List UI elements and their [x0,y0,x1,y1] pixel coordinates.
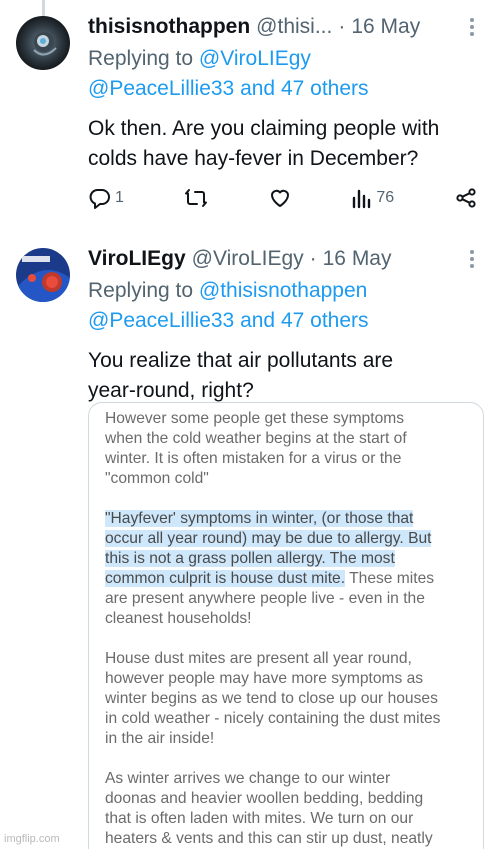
highlighted-text-line: this is not a grass pollen allergy. The … [105,550,395,567]
mention-link-others[interactable]: @PeaceLillie33 and 47 others [88,309,369,332]
image-text-line: in cold weather - nicely containing the … [105,710,441,727]
reply-count: 1 [115,189,124,206]
tweet-text: You realize that air pollutants are year… [88,346,486,406]
image-text-line: when the cold weather begins at the star… [105,430,407,447]
tweet-text-line: You realize that air pollutants are [88,349,394,372]
attached-image[interactable]: However some people get these symptoms w… [88,402,484,849]
like-icon [270,189,289,207]
replying-to-label: Replying to [88,279,194,302]
image-text-line: As winter arrives we change to our winte… [105,770,391,787]
views-count: 76 [376,189,395,206]
image-text-line: winter. It is often mistaken for a virus… [105,450,402,467]
image-paragraph: As winter arrives we change to our winte… [105,769,475,849]
tweet-date[interactable]: 16 May [351,12,420,42]
replying-to-label: Replying to [88,47,194,70]
replying-to: Replying to @thisisnothappen @PeaceLilli… [88,276,486,336]
image-text-line: that is often laden with mites. We turn … [105,810,414,827]
more-icon[interactable] [462,18,482,42]
image-text-line: in the air inside! [105,730,215,747]
avatar[interactable] [16,16,70,70]
display-name[interactable]: thisisnothappen [88,12,250,42]
image-paragraph: House dust mites are present all year ro… [105,649,475,749]
reply-button[interactable]: 1 [88,186,124,210]
reply-icon [89,189,110,209]
image-text-line: House dust mites are present all year ro… [105,650,412,667]
highlighted-text-line: occur all year round) may be due to alle… [105,530,432,547]
share-button[interactable] [454,186,478,210]
image-text-line: "common cold" [105,470,209,487]
image-paragraph-highlighted: "Hayfever' symptoms in winter, (or those… [105,509,475,629]
tweet-reply-thisisnothappen[interactable]: thisisnothappen @thisi... · 16 May Reply… [0,0,500,232]
highlighted-text-line: common culprit is house dust mite. [105,570,346,587]
action-bar: 1 76 [88,183,478,213]
image-text-line: however people may have more symptoms as [105,670,424,687]
image-text-line: heaters & vents and this can stir up dus… [105,830,433,847]
tweet-text-line: Ok then. Are you claiming people with [88,117,440,140]
image-text-line: winter begins as we tend to close up our… [105,690,438,707]
views-button[interactable]: 76 [351,187,394,209]
mention-link[interactable]: @ViroLIEgy [199,47,311,70]
tweet-text: Ok then. Are you claiming people with co… [88,114,486,174]
watermark: imgflip.com [4,833,60,845]
user-handle[interactable]: @ViroLIEgy [192,244,304,274]
mention-link-others[interactable]: @PeaceLillie33 and 47 others [88,77,369,100]
replying-to: Replying to @ViroLIEgy @PeaceLillie33 an… [88,44,486,104]
mention-link[interactable]: @thisisnothappen [199,279,367,302]
tweet-reply-virolieg[interactable]: ViroLIEgy @ViroLIEgy · 16 May Replying t… [0,232,500,849]
image-text-line: doonas and heavier woollen bedding, bedd… [105,790,424,807]
separator-dot: · [309,247,317,270]
more-icon[interactable] [462,250,482,274]
user-handle[interactable]: @thisi... [256,12,332,42]
tweet-text-line: colds have hay-fever in December? [88,147,419,170]
tweet-text-line: year-round, right? [88,379,254,402]
image-text-line: cleanest households! [105,610,252,627]
image-text-line: are present anywhere people live - even … [105,590,425,607]
display-name[interactable]: ViroLIEgy [88,244,186,274]
image-paragraph: However some people get these symptoms w… [105,409,475,489]
avatar[interactable] [16,248,70,302]
separator-dot: · [338,15,346,38]
retweet-icon [184,189,207,207]
views-icon [353,189,371,209]
tweet-date[interactable]: 16 May [323,244,392,274]
retweet-button[interactable] [184,186,208,210]
like-button[interactable] [268,186,292,210]
highlighted-text-line: "Hayfever' symptoms in winter, (or those… [105,510,414,527]
image-text-line: However some people get these symptoms [105,410,405,427]
image-text-line: These mites [345,570,435,587]
share-icon [456,188,476,208]
